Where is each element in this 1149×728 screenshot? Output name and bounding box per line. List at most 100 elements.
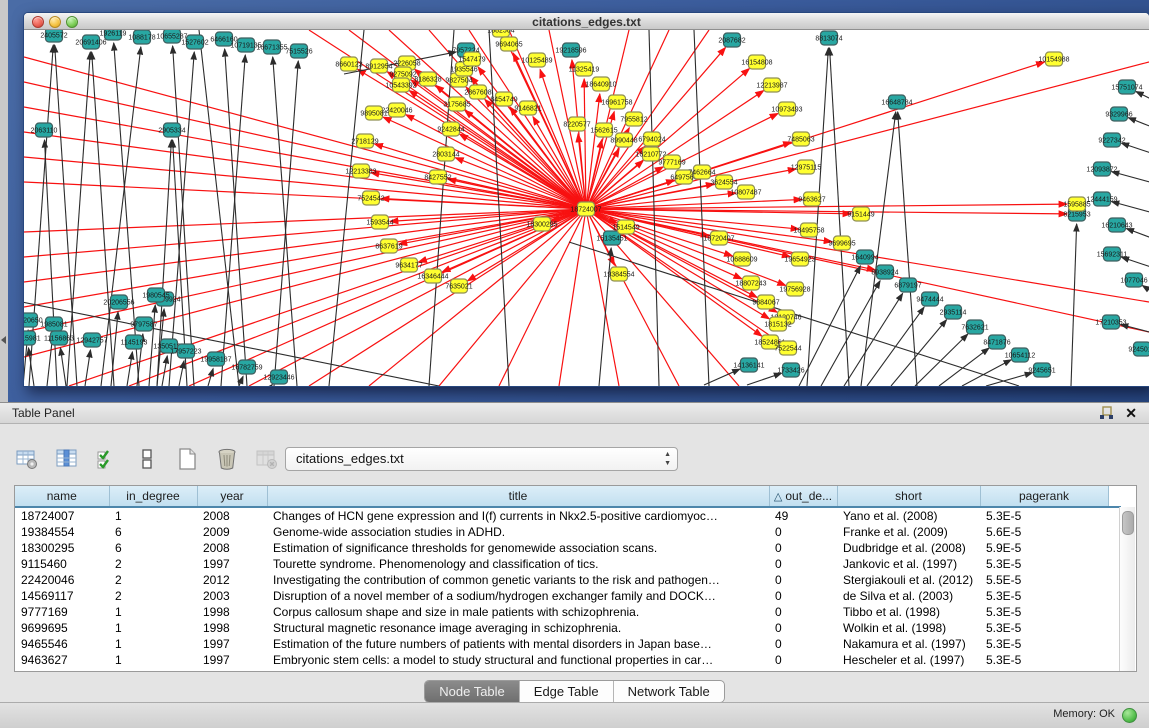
network-graph[interactable]: 2405572206914061926119108817810655287152… [24,30,1149,386]
graph-node[interactable]: 9245012 [1128,342,1149,356]
graph-node[interactable]: 9151449 [847,207,874,221]
table-cell[interactable]: 2 [109,572,197,588]
scrollbar-thumb[interactable] [1122,511,1134,535]
table-cell[interactable]: Disruption of a novel member of a sodium… [267,588,769,604]
table-select-dropdown[interactable]: citations_edges.txt ▲▼ [285,447,678,471]
table-row[interactable]: 1830029562008Estimation of significance … [15,540,1121,556]
graph-node[interactable]: 10688609 [726,252,757,266]
graph-node[interactable]: 1088178 [128,30,155,44]
table-cell[interactable]: 0 [769,620,837,636]
graph-node[interactable]: 9463627 [798,192,825,206]
table-cell[interactable]: Corpus callosum shape and size in male p… [267,604,769,620]
table-cell[interactable]: 1 [109,652,197,668]
table-cell[interactable]: 0 [769,636,837,652]
table-cell[interactable]: 5.5E-5 [980,572,1108,588]
table-cell[interactable]: Changes of HCN gene expression and I(f) … [267,507,769,524]
table-cell[interactable]: 18724007 [15,507,109,524]
tab-node-table[interactable]: Node Table [425,681,520,702]
graph-node[interactable]: 12444159 [1086,192,1117,206]
table-cell[interactable]: 19384554 [15,524,109,540]
table-cell[interactable]: Jankovic et al. (1997) [837,556,980,572]
close-panel-icon[interactable]: ✕ [1125,404,1137,422]
table-row[interactable]: 2242004622012Investigating the contribut… [15,572,1121,588]
graph-node[interactable]: 18640910 [585,77,616,91]
graph-node[interactable]: 12923446 [263,370,294,384]
table-cell[interactable]: 9465546 [15,636,109,652]
table-cell[interactable]: Nakamura et al. (1997) [837,636,980,652]
table-cell[interactable]: 2 [109,588,197,604]
column-header-name[interactable]: name [15,486,109,507]
table-row[interactable]: 1872400712008Changes of HCN gene express… [15,507,1121,524]
graph-node[interactable]: 9245651 [1028,363,1055,377]
graph-node[interactable]: 8660123 [335,57,362,71]
table-cell[interactable]: Franke et al. (2009) [837,524,980,540]
table-cell[interactable]: 9115460 [15,556,109,572]
table-cell[interactable]: 1 [109,636,197,652]
table-cell[interactable]: 5.3E-5 [980,588,1108,604]
table-cell[interactable]: Stergiakouli et al. (2012) [837,572,980,588]
graph-node[interactable]: 7515526 [285,44,312,58]
table-cell[interactable]: 1 [109,507,197,524]
table-cell[interactable]: 0 [769,652,837,668]
graph-node[interactable]: 1640994 [851,250,878,264]
graph-node[interactable]: 9694065 [495,37,522,51]
table-cell[interactable]: 1997 [197,636,267,652]
table-cell[interactable]: 1998 [197,620,267,636]
table-cell[interactable]: 1 [109,620,197,636]
table-cell[interactable]: 2008 [197,507,267,524]
graph-node[interactable]: 3915981 [24,331,41,345]
graph-node[interactable]: 19218596 [555,43,586,57]
table-cell[interactable]: 5.3E-5 [980,556,1108,572]
table-cell[interactable]: 49 [769,507,837,524]
table-cell[interactable]: 0 [769,556,837,572]
graph-node[interactable]: 7632621 [961,320,988,334]
table-settings-icon[interactable] [14,446,40,472]
table-cell[interactable]: 1997 [197,652,267,668]
column-header-short[interactable]: short [837,486,980,507]
column-header-year[interactable]: year [197,486,267,507]
graph-node[interactable]: 12975115 [791,160,822,174]
graph-node[interactable]: 3624554 [710,175,737,189]
table-cell[interactable]: 2008 [197,540,267,556]
graph-node[interactable]: 12942757 [76,333,107,347]
table-cell[interactable]: Dudbridge et al. (2008) [837,540,980,556]
table-cell[interactable]: 2009 [197,524,267,540]
column-layout-icon[interactable] [134,446,160,472]
graph-node[interactable]: 17210353 [1095,315,1126,329]
graph-node[interactable]: 1882504 [487,30,514,37]
row-select-icon[interactable] [94,446,120,472]
table-cell[interactable]: 5.3E-5 [980,620,1108,636]
column-visibility-icon[interactable] [54,446,80,472]
table-cell[interactable]: Estimation of significance thresholds fo… [267,540,769,556]
table-cell[interactable]: Hescheler et al. (1997) [837,652,980,668]
table-cell[interactable]: 5.6E-5 [980,524,1108,540]
table-cell[interactable]: 5.3E-5 [980,652,1108,668]
table-cell[interactable]: 22420046 [15,572,109,588]
column-header-in_degree[interactable]: in_degree [109,486,197,507]
graph-node[interactable]: 2087682 [718,33,745,47]
graph-node[interactable]: 16154808 [741,55,772,69]
graph-node[interactable]: 9146821 [514,101,541,115]
graph-node[interactable]: 12093872 [1086,162,1117,176]
graph-node[interactable]: 1733426 [777,363,804,377]
zoom-window-button[interactable] [66,16,78,28]
graph-node[interactable]: 8813074 [815,31,842,45]
table-cell[interactable]: 9777169 [15,604,109,620]
graph-node[interactable]: 2063110 [31,123,58,137]
panel-collapse-icon[interactable] [1,336,6,344]
table-vertical-scrollbar[interactable] [1119,507,1135,671]
network-window[interactable]: citations_edges.txt 24055722069140619261… [23,12,1149,387]
table-cell[interactable]: Tibbo et al. (1998) [837,604,980,620]
graph-node[interactable]: 12213987 [756,78,787,92]
network-window-titlebar[interactable]: citations_edges.txt [24,13,1149,30]
table-cell[interactable]: 14569117 [15,588,109,604]
minimize-window-button[interactable] [49,16,61,28]
delete-column-icon[interactable] [254,446,280,472]
graph-node[interactable]: 2718129 [351,134,378,148]
graph-node[interactable]: 7524542 [357,191,384,205]
column-header-pagerank[interactable]: pagerank [980,486,1108,507]
table-cell[interactable]: Structural magnetic resonance image aver… [267,620,769,636]
graph-node[interactable]: 6879197 [894,278,921,292]
graph-node[interactable]: 1985081 [40,317,67,331]
table-row[interactable]: 1456911722003Disruption of a novel membe… [15,588,1121,604]
